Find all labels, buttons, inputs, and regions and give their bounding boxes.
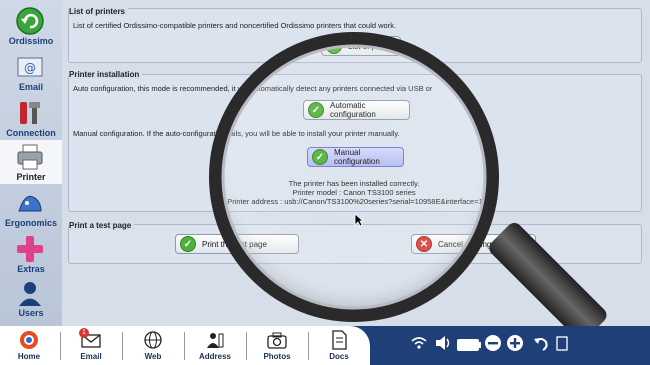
taskbar-label: Email	[80, 352, 102, 361]
tools-icon	[20, 102, 40, 124]
sidebar: Ordissimo @ Email Connection Printer Erg…	[0, 0, 63, 326]
divider	[246, 332, 247, 360]
sidebar-item-label: Extras	[17, 264, 45, 274]
automatic-configuration-button[interactable]: ✓ Automatic configuration	[303, 100, 410, 120]
zoom-in-icon[interactable]	[506, 334, 524, 352]
wifi-icon[interactable]	[410, 334, 428, 352]
section-description: List of certified Ordissimo-compatible p…	[73, 21, 397, 30]
ergonomics-icon	[18, 195, 42, 212]
sidebar-item-connection[interactable]: Connection	[0, 96, 62, 140]
divider	[308, 332, 309, 360]
sidebar-item-users[interactable]: Users	[0, 276, 62, 320]
sidebar-item-label: Users	[18, 308, 44, 318]
list-of-printers-group: List of printers List of certified Ordis…	[68, 7, 642, 63]
taskbar: Home 1 Email Web Address Photos Docs	[0, 326, 650, 365]
sidebar-item-label: Connection	[6, 128, 56, 138]
taskbar-label: Web	[144, 352, 162, 361]
section-title: Printer installation	[69, 70, 143, 79]
status-line-2: Printer model : Canon TS3100 series	[292, 188, 416, 197]
sidebar-item-ergonomics[interactable]: Ergonomics	[0, 186, 62, 230]
check-icon: ✓	[180, 236, 196, 252]
taskbar-apps: Home 1 Email Web Address Photos Docs	[0, 326, 370, 365]
printer-icon	[17, 144, 43, 170]
globe-icon	[144, 331, 162, 349]
status-line-1: The printer has been installed correctly…	[288, 179, 420, 188]
zoom-out-icon[interactable]	[484, 334, 502, 352]
taskbar-docs[interactable]: Docs	[314, 328, 364, 363]
cursor-icon	[354, 213, 364, 227]
sidebar-item-label: Ordissimo	[8, 36, 54, 46]
test-page-group: Print a test page ✓ Print the test page …	[68, 221, 642, 264]
contacts-icon	[207, 333, 224, 348]
check-icon: ✓	[308, 102, 324, 118]
sidebar-item-email[interactable]: @ Email	[0, 50, 62, 94]
document-icon	[332, 330, 347, 350]
taskbar-address[interactable]: Address	[190, 328, 240, 363]
camera-icon	[267, 332, 287, 349]
manual-config-text: Manual configuration. If the auto-config…	[73, 129, 400, 138]
sidebar-item-label: Ergonomics	[4, 218, 57, 228]
svg-text:@: @	[24, 61, 36, 75]
keyboard-icon[interactable]	[556, 334, 568, 352]
taskbar-photos[interactable]: Photos	[252, 328, 302, 363]
taskbar-web[interactable]: Web	[128, 328, 178, 363]
plus-icon	[17, 236, 43, 262]
taskbar-label: Docs	[329, 352, 349, 361]
print-test-page-button[interactable]: ✓ Print the test page	[175, 234, 299, 254]
volume-icon[interactable]	[434, 334, 452, 352]
taskbar-email[interactable]: 1 Email	[66, 328, 116, 363]
undo-icon[interactable]	[532, 334, 550, 352]
check-icon: ✓	[326, 38, 342, 54]
status-line-3: Printer address : usb://Canon/TS3100%20s…	[227, 197, 483, 206]
battery-icon	[457, 339, 481, 351]
sidebar-item-label: Email	[18, 82, 43, 92]
button-label: Manual configuration	[334, 148, 380, 166]
section-title: List of printers	[69, 7, 129, 16]
button-label: Automatic configuration	[330, 101, 376, 119]
sidebar-item-label: Printer	[16, 172, 46, 182]
printer-installation-group: Printer installation Auto configuration,…	[68, 70, 642, 212]
taskbar-home[interactable]: Home	[4, 328, 54, 363]
list-of-printers-button[interactable]: ✓ List of printers	[321, 36, 401, 56]
button-label: List of printers	[348, 41, 399, 51]
button-label: Print the test page	[202, 239, 267, 249]
check-icon: ✓	[312, 149, 328, 165]
home-icon	[20, 331, 38, 349]
unread-badge: 1	[79, 328, 89, 338]
divider	[122, 332, 123, 360]
divider	[184, 332, 185, 360]
divider	[60, 332, 61, 360]
user-icon	[19, 282, 41, 306]
section-title: Print a test page	[69, 221, 135, 230]
back-arrow-icon	[16, 7, 44, 35]
sidebar-item-printer[interactable]: Printer	[0, 140, 62, 184]
taskbar-label: Address	[198, 352, 231, 361]
taskbar-label: Photos	[263, 352, 291, 361]
auto-config-text: Auto configuration, this mode is recomme…	[73, 84, 433, 93]
manual-configuration-button[interactable]: ✓ Manual configuration	[307, 147, 404, 167]
sidebar-item-extras[interactable]: Extras	[0, 232, 62, 276]
cancel-icon: ✕	[416, 236, 432, 252]
sidebar-item-ordissimo[interactable]: Ordissimo	[0, 4, 62, 48]
taskbar-label: Home	[17, 352, 41, 361]
email-icon: @	[17, 57, 43, 77]
